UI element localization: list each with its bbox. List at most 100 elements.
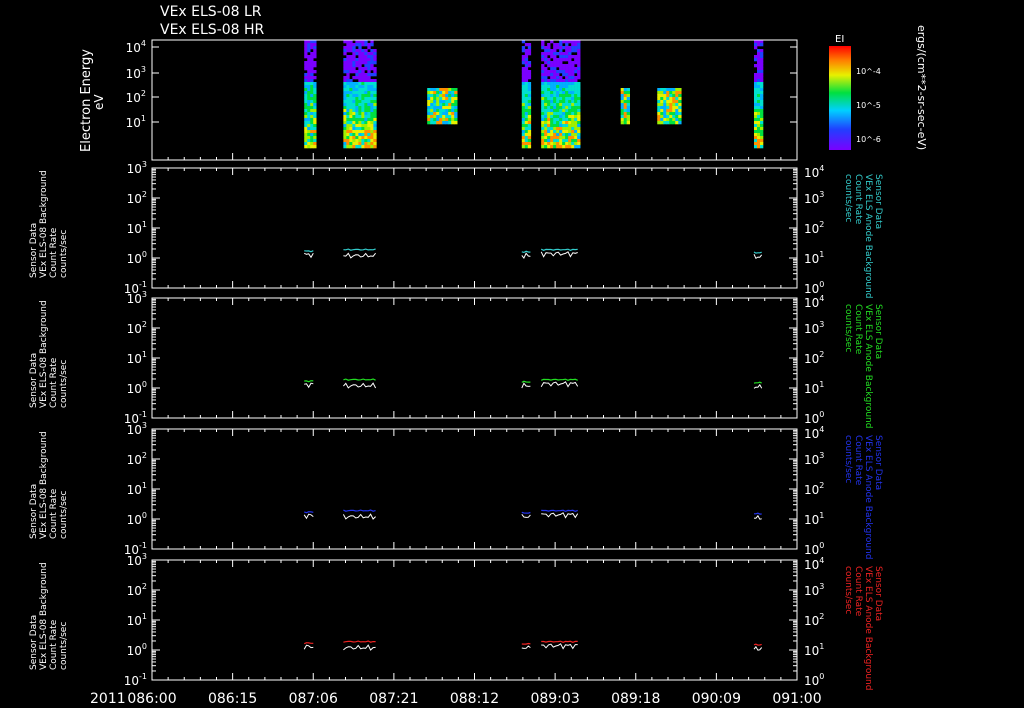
spectrogram-block (521, 40, 532, 149)
left-y-tick-label: 100 (127, 380, 147, 396)
panel-4: 103 102 101 100 10-1 104 103 102 101 100 Sensor Da… (29, 552, 883, 690)
series-line-white (753, 514, 762, 520)
right-y-tick-label: 102 (804, 612, 824, 628)
colorbar-gradient (829, 46, 851, 150)
series-line-colored (521, 380, 531, 383)
series-line-colored (521, 250, 531, 254)
series-line-colored (521, 642, 531, 645)
panel-3: 10310210110010-1104103102101100Sensor Da… (29, 421, 883, 559)
series-line-colored (540, 248, 578, 251)
x-tick-label: 087:06 (289, 691, 338, 707)
series-line-white (304, 252, 314, 259)
series-line-colored (304, 380, 314, 383)
series-line-colored (521, 511, 531, 514)
spectrogram-frame (151, 39, 798, 161)
left-y-tick-label: 102 (127, 582, 147, 598)
series-line-white (753, 383, 763, 389)
series-line-white (541, 512, 579, 519)
right-y-tick-label: 102 (804, 220, 824, 236)
series-line-colored (343, 248, 376, 251)
left-y-tick-label: 103 (127, 552, 147, 568)
series-line-white (343, 252, 376, 259)
series-line-white (521, 252, 531, 260)
left-y-tick-label: 102 (127, 190, 147, 206)
series-line-colored (753, 643, 762, 646)
x-axis-year: 2011 (90, 691, 126, 707)
series-line-colored (753, 251, 762, 254)
count-rate-panels: 103 102 101 100 10-1 104 103 102 101 100 Sensor Da… (29, 160, 883, 690)
x-tick-label: 086:00 (127, 691, 176, 707)
series-line-white (540, 251, 578, 258)
left-y-tick-label: 101 (127, 612, 147, 628)
left-y-tick-label: 101 (127, 481, 147, 497)
spectrogram-y-tick-label: 103 (126, 65, 146, 81)
x-tick-label: 088:12 (450, 691, 499, 707)
colorbar-tick: 10^-5 (856, 101, 881, 110)
panel-1: 10310210110010-1104103102101100Sensor Da… (29, 160, 883, 298)
right-y-tick-label: 100 (804, 410, 824, 426)
spectrogram-block (304, 40, 317, 149)
left-y-tick-label: 100 (127, 511, 147, 527)
panel-right-label: Sensor DataVEx ELS Anode BackgroundCount… (843, 566, 883, 690)
series-line-white (541, 643, 578, 650)
right-y-tick-label: 100 (804, 541, 824, 557)
series-line-colored (343, 378, 376, 381)
x-tick-label: 086:15 (208, 691, 257, 707)
spectrogram-layer (304, 40, 764, 149)
title-2: VEx ELS-08 HR (160, 22, 265, 38)
left-y-tick-label: 103 (127, 290, 147, 306)
series-line-white (342, 513, 376, 520)
right-y-tick-label: 103 (804, 190, 824, 206)
right-y-tick-label: 102 (804, 481, 824, 497)
spectrogram-y-tick-label: 101 (126, 114, 146, 130)
right-y-tick-label: 104 (804, 164, 824, 180)
right-y-tick-label: 102 (804, 350, 824, 366)
left-y-tick-label: 100 (127, 642, 147, 658)
right-y-tick-label: 101 (804, 511, 824, 527)
spectrogram-block (427, 88, 458, 125)
left-y-tick-label: 103 (127, 421, 147, 437)
x-tick-label: 089:18 (611, 691, 660, 707)
left-y-tick-label: 103 (127, 160, 147, 176)
series-line-white (343, 382, 377, 389)
series-line-white (304, 382, 314, 389)
right-y-tick-label: 103 (804, 320, 824, 336)
chart-canvas: VEx ELS-08 LR VEx ELS-08 HR 104 103 102 101… (29, 4, 928, 707)
spectrogram-block (620, 88, 630, 125)
series-line-colored (754, 512, 762, 515)
colorbar-label: EI (835, 34, 844, 45)
colorbar-tick: 10^-4 (856, 67, 881, 76)
panel-left-label: Sensor DataVEx ELS-08 BackgroundCount Ra… (29, 300, 69, 408)
left-y-tick-label: 102 (127, 320, 147, 336)
series-line-white (521, 382, 531, 389)
left-y-tick-label: 102 (127, 451, 147, 467)
panel-left-label: Sensor DataVEx ELS-08 BackgroundCount Ra… (29, 170, 69, 278)
series-line-colored (343, 509, 376, 512)
series-line-colored (343, 640, 376, 643)
spectrogram-block (343, 40, 377, 149)
colorbar-tick: 10^-6 (856, 135, 881, 144)
series-line-colored (304, 511, 314, 514)
right-y-tick-label: 101 (804, 642, 824, 658)
panel-right-label: Sensor DataVEx ELS Anode BackgroundCount… (843, 435, 883, 559)
panel-left-label: Sensor DataVEx ELS-08 BackgroundCount Ra… (29, 562, 69, 670)
series-line-colored (541, 509, 578, 512)
colorbar: EI 10^-4 10^-5 10^-6 ergs/(cm**2-sr-sec-… (829, 25, 928, 150)
left-y-tick-label: 101 (127, 350, 147, 366)
right-y-tick-label: 101 (804, 250, 824, 266)
right-y-tick-label: 101 (804, 380, 824, 396)
series-line-white (343, 644, 376, 651)
panel-2: 10310210110010-1104103102101100Sensor Da… (29, 290, 883, 428)
panel-frame (151, 428, 798, 550)
series-line-white (540, 381, 579, 388)
spectrogram-block (657, 88, 682, 125)
series-line-colored (540, 378, 578, 381)
series-line-white (303, 513, 314, 520)
left-y-tick-label: 101 (127, 220, 147, 236)
series-line-colored (541, 640, 578, 643)
panel-left-label: Sensor DataVEx ELS-08 BackgroundCount Ra… (29, 431, 69, 539)
right-y-tick-label: 103 (804, 451, 824, 467)
right-y-tick-label: 104 (804, 556, 824, 572)
title-1: VEx ELS-08 LR (160, 4, 262, 20)
colorbar-units: ergs/(cm**2-sr-sec-eV) (915, 25, 928, 150)
